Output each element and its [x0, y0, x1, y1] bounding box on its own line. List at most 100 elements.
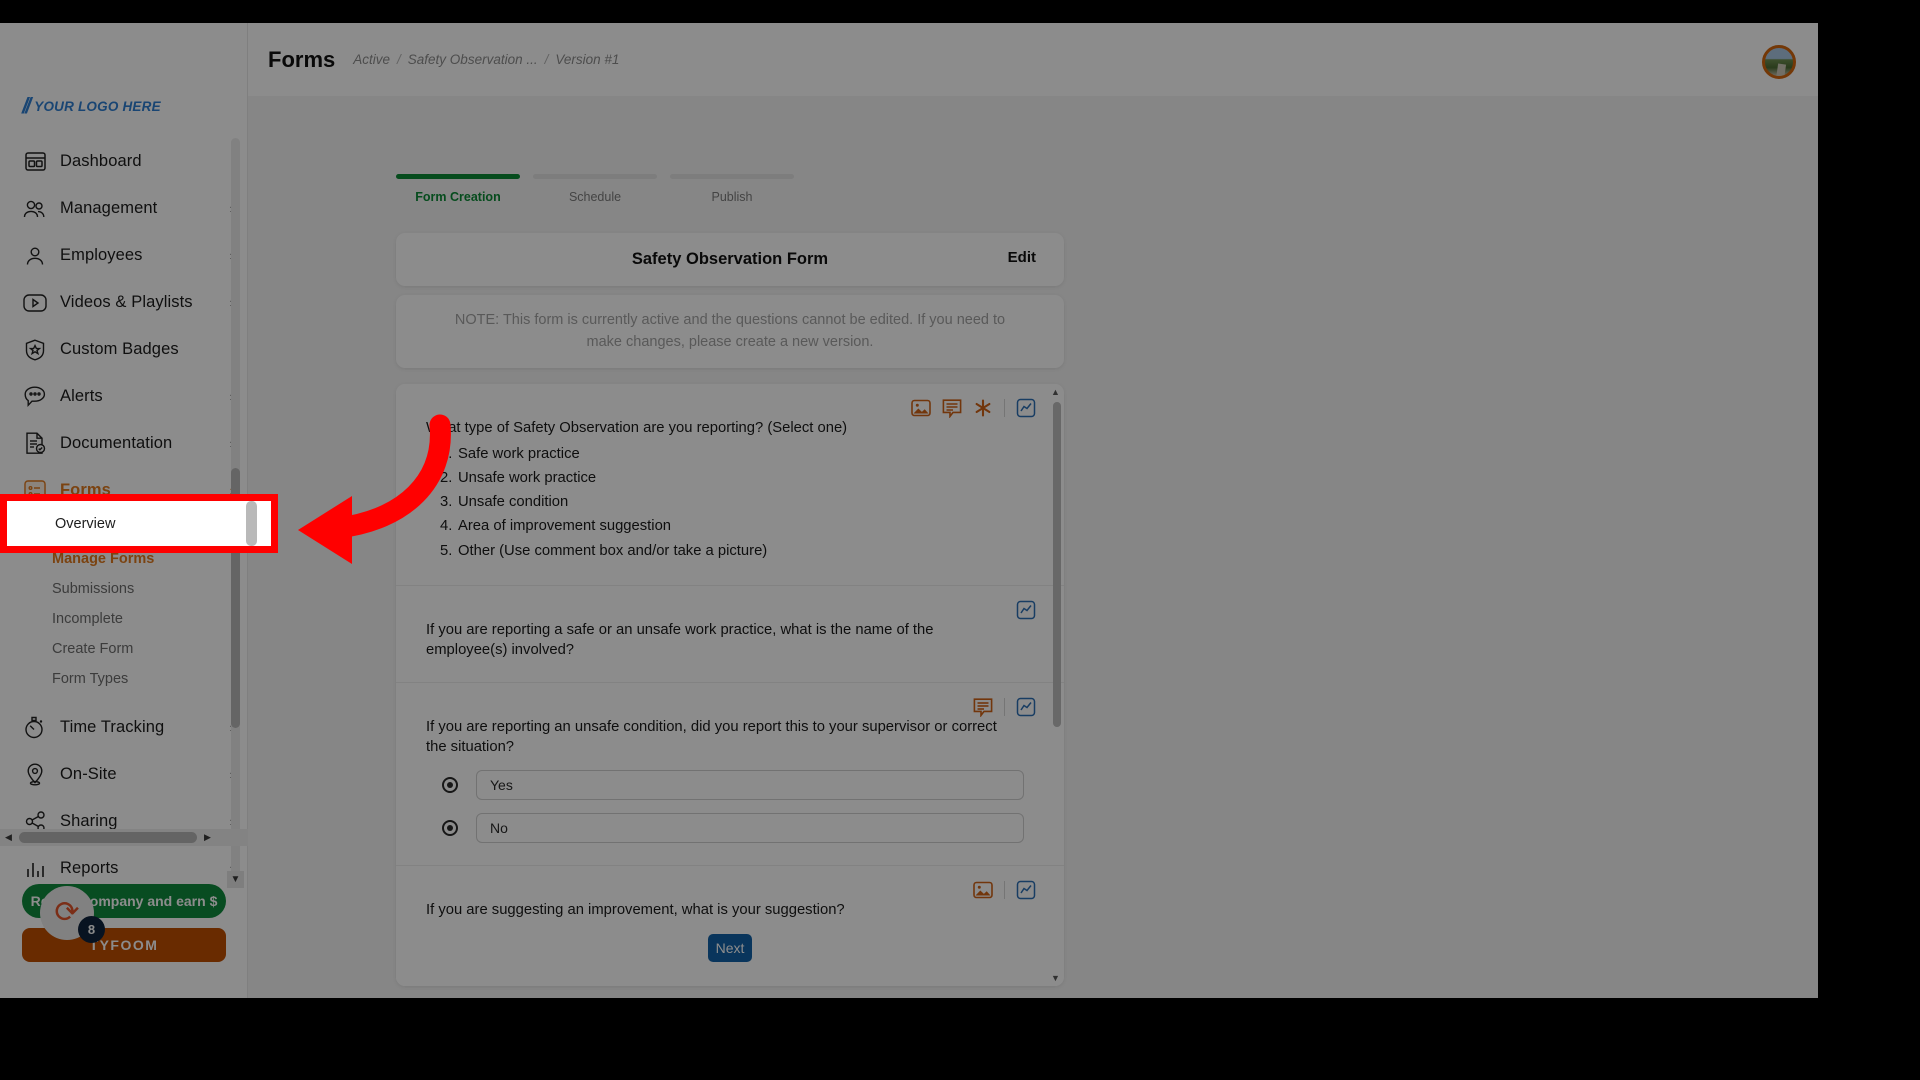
- option-row[interactable]: 1. Safe work practice: [426, 442, 1034, 466]
- breadcrumb-item-active[interactable]: Active: [353, 52, 390, 67]
- comment-icon[interactable]: [942, 398, 962, 419]
- video-play-icon: [22, 290, 48, 316]
- radio-label: Yes: [476, 770, 1024, 801]
- scroll-right-arrow-icon[interactable]: ▶: [199, 832, 216, 843]
- breadcrumb-separator: /: [397, 52, 401, 67]
- sidebar-item-label: Dashboard: [60, 152, 142, 170]
- sidebar-item-label: Documentation: [60, 434, 173, 452]
- toolbar-divider: [1004, 697, 1005, 716]
- people-icon: [22, 196, 48, 222]
- analytics-icon[interactable]: [1016, 880, 1036, 900]
- sidebar-item-alerts[interactable]: Alerts ›: [0, 373, 248, 420]
- sidebar-item-on-site[interactable]: On-Site ›: [0, 751, 248, 798]
- required-asterisk-icon[interactable]: [973, 398, 993, 418]
- option-number: 4.: [440, 518, 453, 535]
- app-logo[interactable]: // YOUR LOGO HERE: [22, 95, 161, 117]
- submenu-item-form-types[interactable]: Form Types: [0, 664, 248, 694]
- sidebar-item-label: Employees: [60, 246, 143, 264]
- form-title-card: Safety Observation Form Edit: [396, 233, 1064, 286]
- submenu-item-incomplete[interactable]: Incomplete: [0, 604, 248, 634]
- scroll-down-arrow-icon[interactable]: ▼: [1051, 970, 1060, 986]
- step-progress-bar: [670, 174, 794, 179]
- question-block: If you are reporting an unsafe condition…: [396, 681, 1064, 866]
- option-number: 2.: [440, 470, 453, 487]
- next-button[interactable]: Next: [708, 934, 752, 963]
- radio-label: No: [476, 813, 1024, 844]
- comment-icon[interactable]: [973, 697, 993, 718]
- breadcrumb-separator: /: [544, 52, 549, 67]
- option-label: Unsafe work practice: [458, 470, 597, 487]
- submenu-item-label: Form Types: [52, 671, 129, 687]
- sidebar-item-label: Videos & Playlists: [60, 293, 193, 311]
- submenu-item-label: Create Form: [52, 641, 134, 657]
- document-check-icon: [22, 431, 48, 457]
- toolbar-divider: [1004, 881, 1005, 900]
- questions-scroll-thumb[interactable]: [1053, 402, 1061, 727]
- sidebar-horizontal-scrollbar[interactable]: ◀ ▶: [0, 829, 248, 846]
- toolbar-divider: [1004, 399, 1005, 417]
- option-label: Unsafe condition: [458, 494, 569, 511]
- sidebar-hscroll-thumb[interactable]: [19, 832, 197, 843]
- image-icon[interactable]: [973, 880, 993, 900]
- notification-count-badge[interactable]: 8: [78, 916, 105, 943]
- question-toolbar: [973, 880, 1036, 900]
- step-publish[interactable]: Publish: [670, 174, 794, 204]
- edit-button[interactable]: Edit: [1008, 249, 1036, 266]
- question-block: What type of Safety Observation are you …: [396, 384, 1064, 585]
- logo-mark-icon: //: [22, 93, 31, 118]
- sidebar-item-label: Time Tracking: [60, 718, 165, 736]
- submenu-item-submissions[interactable]: Submissions: [0, 574, 248, 604]
- avatar[interactable]: [1762, 45, 1796, 79]
- avatar-photo: [1775, 63, 1787, 76]
- option-row[interactable]: 4. Area of improvement suggestion: [426, 514, 1034, 538]
- form-note-text: NOTE: This form is currently active and …: [454, 312, 1006, 350]
- alert-bubble-icon: [22, 384, 48, 410]
- radio-button[interactable]: [442, 820, 458, 837]
- image-icon[interactable]: [911, 398, 931, 418]
- sidebar-item-time-tracking[interactable]: Time Tracking ›: [0, 704, 248, 751]
- breadcrumb-item-form[interactable]: Safety Observation ...: [408, 52, 538, 67]
- questions-panel: What type of Safety Observation are you …: [396, 384, 1064, 986]
- bar-chart-icon: [22, 856, 48, 882]
- option-row[interactable]: 3. Unsafe condition: [426, 490, 1034, 514]
- option-label: Other (Use comment box and/or take a pic…: [458, 542, 768, 559]
- step-form-creation[interactable]: Form Creation: [396, 174, 520, 204]
- scroll-left-arrow-icon[interactable]: ◀: [0, 832, 17, 843]
- sidebar-item-custom-badges[interactable]: Custom Badges: [0, 326, 248, 373]
- option-label: Safe work practice: [458, 446, 580, 463]
- analytics-icon[interactable]: [1016, 600, 1036, 620]
- radio-option-row[interactable]: No: [426, 813, 1034, 844]
- submenu-item-label: Submissions: [52, 581, 135, 597]
- step-label: Publish: [711, 190, 753, 204]
- scroll-up-arrow-icon[interactable]: ▲: [1051, 384, 1060, 400]
- sidebar-promo: Refer a company and earn $ TYFOOM ⟳ 8: [0, 884, 248, 962]
- option-row[interactable]: 2. Unsafe work practice: [426, 466, 1034, 490]
- sidebar-item-management[interactable]: Management ›: [0, 185, 248, 232]
- step-schedule[interactable]: Schedule: [533, 174, 657, 204]
- screenshot-root: // YOUR LOGO HERE Dashboard Management E…: [0, 0, 1920, 1080]
- submenu-item-create-form[interactable]: Create Form: [0, 634, 248, 664]
- annotation-highlight-box: Overview: [0, 494, 278, 553]
- swirl-glyph: ⟳: [54, 896, 80, 929]
- option-label: Area of improvement suggestion: [458, 518, 672, 535]
- sidebar-item-dashboard[interactable]: Dashboard: [0, 138, 248, 185]
- sidebar-item-documentation[interactable]: Documentation ›: [0, 420, 248, 467]
- submenu-item-label: Manage Forms: [52, 551, 155, 567]
- option-row[interactable]: 5. Other (Use comment box and/or take a …: [426, 539, 1034, 563]
- option-number: 3.: [440, 494, 453, 511]
- main-content: Form Creation Schedule Publish Safety Ob…: [248, 96, 1818, 998]
- radio-option-row[interactable]: Yes: [426, 770, 1034, 801]
- analytics-icon[interactable]: [1016, 398, 1036, 418]
- analytics-icon[interactable]: [1016, 697, 1036, 717]
- sidebar-item-label: Custom Badges: [60, 340, 179, 358]
- sidebar-item-employees[interactable]: Employees ›: [0, 232, 248, 279]
- highlighted-target-label[interactable]: Overview: [55, 516, 115, 532]
- sidebar-item-label: On-Site: [60, 765, 117, 783]
- question-text: If you are reporting an unsafe condition…: [426, 718, 997, 755]
- option-number: 5.: [440, 542, 453, 559]
- breadcrumb-item-version[interactable]: Version #1: [555, 52, 619, 67]
- breadcrumb: Active / Safety Observation ... / Versio…: [353, 52, 619, 67]
- radio-button[interactable]: [442, 777, 458, 794]
- highlight-scrollbar-segment: [246, 501, 257, 546]
- sidebar-item-videos-playlists[interactable]: Videos & Playlists ›: [0, 279, 248, 326]
